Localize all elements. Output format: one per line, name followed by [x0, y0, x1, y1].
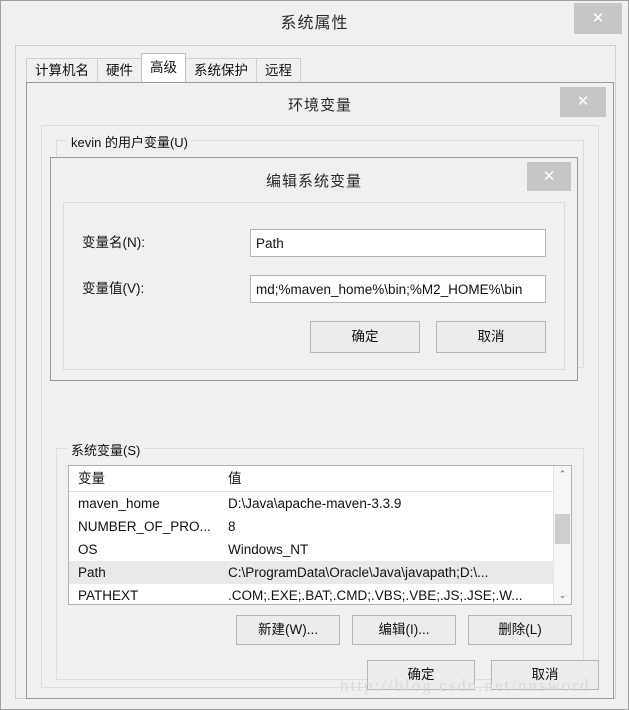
tab-computer-name[interactable]: 计算机名 [26, 58, 98, 82]
variable-name-input[interactable] [250, 229, 546, 257]
system-variables-group: 系统变量(S) 变量 值 maven_home D:\Java\apache-m… [56, 440, 584, 680]
tab-system-protection[interactable]: 系统保护 [185, 58, 257, 82]
list-scrollbar[interactable]: ⌃ ⌄ [553, 466, 571, 604]
ok-button[interactable]: 确定 [310, 321, 420, 353]
environment-variables-footer: 确定 取消 [367, 660, 599, 690]
cancel-button[interactable]: 取消 [491, 660, 599, 690]
edit-variable-button[interactable]: 编辑(I)... [352, 615, 456, 645]
table-row[interactable]: maven_home D:\Java\apache-maven-3.3.9 [69, 492, 553, 515]
tab-hardware[interactable]: 硬件 [97, 58, 142, 82]
variable-name-label: 变量名(N): [82, 235, 145, 250]
scrollbar-thumb[interactable] [555, 514, 570, 544]
cell-variable: Path [78, 565, 106, 580]
new-variable-button[interactable]: 新建(W)... [236, 615, 340, 645]
scroll-up-icon[interactable]: ⌃ [554, 466, 571, 483]
system-variables-actions: 新建(W)... 编辑(I)... 删除(L) [236, 615, 572, 645]
edit-system-variable-footer: 确定 取消 [310, 321, 546, 353]
edit-system-variable-title: 编辑系统变量 [265, 173, 362, 190]
table-header: 变量 值 [69, 466, 553, 492]
delete-variable-button[interactable]: 删除(L) [468, 615, 572, 645]
cell-variable: OS [78, 542, 98, 557]
system-variables-group-label: 系统变量(S) [67, 440, 145, 459]
system-variables-list[interactable]: 变量 值 maven_home D:\Java\apache-maven-3.3… [68, 465, 572, 605]
cell-value: D:\Java\apache-maven-3.3.9 [228, 496, 402, 511]
table-row-selected[interactable]: Path C:\ProgramData\Oracle\Java\javapath… [69, 561, 553, 584]
close-icon[interactable]: ✕ [527, 162, 571, 191]
environment-variables-title: 环境变量 [287, 97, 352, 114]
cell-variable: maven_home [78, 496, 160, 511]
variable-name-row: 变量名(N): [82, 229, 546, 257]
column-header-variable[interactable]: 变量 [69, 466, 219, 491]
cell-value: 8 [228, 519, 236, 534]
edit-system-variable-body: 变量名(N): 变量值(V): 确定 取消 [63, 202, 565, 370]
cell-value: C:\ProgramData\Oracle\Java\javapath;D:\.… [228, 565, 489, 580]
edit-system-variable-window: 编辑系统变量 ✕ 变量名(N): 变量值(V): 确定 取消 [50, 157, 578, 381]
ok-button[interactable]: 确定 [367, 660, 475, 690]
column-header-value[interactable]: 值 [219, 466, 553, 491]
system-properties-titlebar: 系统属性 ✕ [1, 1, 628, 39]
variable-value-label: 变量值(V): [82, 281, 145, 296]
scroll-down-icon[interactable]: ⌄ [554, 587, 571, 604]
page-title: 系统属性 [280, 15, 349, 32]
table-row[interactable]: NUMBER_OF_PRO... 8 [69, 515, 553, 538]
variable-value-input[interactable] [250, 275, 546, 303]
table-row[interactable]: PATHEXT .COM;.EXE;.BAT;.CMD;.VBS;.VBE;.J… [69, 584, 553, 604]
tab-remote[interactable]: 远程 [256, 58, 301, 82]
close-icon[interactable]: ✕ [560, 87, 606, 117]
cell-variable: NUMBER_OF_PRO... [78, 519, 211, 534]
tab-advanced[interactable]: 高级 [141, 53, 186, 82]
cell-variable: PATHEXT [78, 588, 139, 603]
table-row[interactable]: OS Windows_NT [69, 538, 553, 561]
system-variables-list-inner: 变量 值 maven_home D:\Java\apache-maven-3.3… [69, 466, 553, 604]
variable-value-row: 变量值(V): [82, 275, 546, 303]
cancel-button[interactable]: 取消 [436, 321, 546, 353]
cell-value: .COM;.EXE;.BAT;.CMD;.VBS;.VBE;.JS;.JSE;.… [228, 588, 523, 603]
tab-bar: 计算机名 硬件 高级 系统保护 远程 [26, 53, 301, 82]
cell-value: Windows_NT [228, 542, 309, 557]
close-icon[interactable]: ✕ [574, 3, 622, 34]
user-variables-group-label: kevin 的用户变量(U) [67, 132, 193, 151]
